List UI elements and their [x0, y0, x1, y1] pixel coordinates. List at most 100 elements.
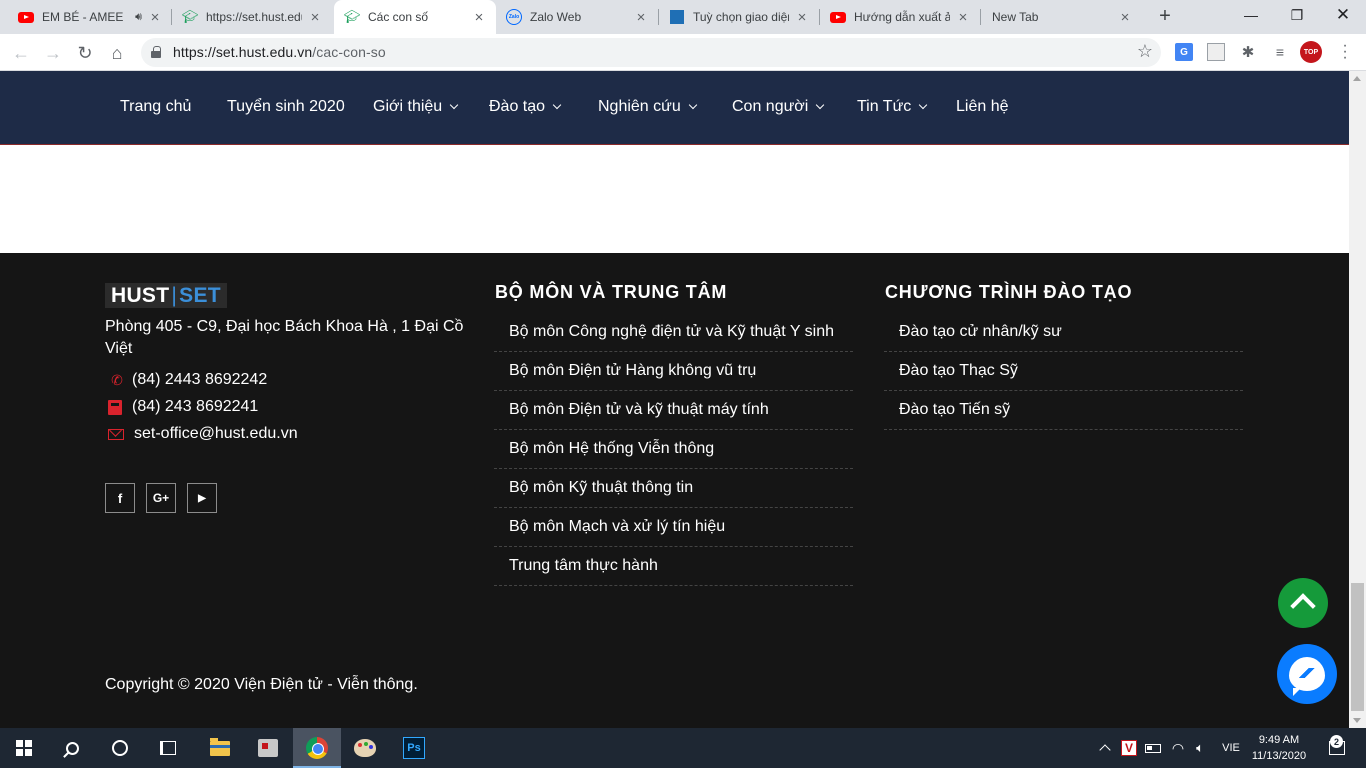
menu-lien-he[interactable]: Liên hệ	[956, 98, 1009, 116]
paint-palette-icon	[354, 739, 376, 757]
taskbar-clock[interactable]: 9:49 AM 11/13/2020	[1243, 732, 1315, 764]
department-link[interactable]: Bộ môn Điện tử và kỹ thuật máy tính	[494, 391, 853, 430]
folder-icon	[210, 737, 230, 756]
lock-icon[interactable]	[151, 46, 161, 58]
language-indicator[interactable]: VIE	[1216, 728, 1246, 768]
menu-tuyen-sinh[interactable]: Tuyển sinh 2020	[227, 98, 345, 116]
tab-set-hust[interactable]: 🎓︎ https://set.hust.edu ×	[172, 0, 332, 34]
home-button[interactable]: ⌂	[104, 40, 130, 66]
back-button[interactable]: ←	[8, 40, 34, 66]
close-icon[interactable]: ×	[795, 9, 809, 26]
fax-icon	[108, 399, 122, 415]
show-hidden-icons-button[interactable]	[1096, 728, 1114, 768]
messenger-icon	[1289, 657, 1325, 696]
maximize-button[interactable]: ❐	[1274, 0, 1320, 30]
menu-nghien-cuu[interactable]: Nghiên cứu	[598, 98, 698, 116]
url-text[interactable]: https://set.hust.edu.vn/cac-con-so	[173, 44, 386, 60]
tab-youtube-em-be[interactable]: EM BÉ - AMEE 🔊︎ ×	[8, 0, 172, 34]
department-link[interactable]: Trung tâm thực hành	[494, 547, 853, 586]
hust-set-logo[interactable]: HUST | SET	[105, 283, 227, 308]
tab-zalo-web[interactable]: Zalo Zalo Web ×	[496, 0, 658, 34]
department-link[interactable]: Bộ môn Công nghệ điện tử và Kỹ thuật Y s…	[494, 313, 853, 352]
close-icon[interactable]: ×	[956, 9, 970, 26]
close-icon[interactable]: ×	[1118, 9, 1132, 26]
chevron-down-icon	[816, 100, 825, 110]
extension-icon[interactable]	[1207, 43, 1225, 61]
browser-menu-icon[interactable]: · · ·	[1342, 38, 1348, 66]
media-control-icon[interactable]: ≡	[1271, 43, 1289, 61]
menu-tin-tuc[interactable]: Tin Tức	[857, 98, 928, 116]
chevron-down-icon	[552, 100, 562, 110]
scroll-down-arrow-icon[interactable]	[1353, 718, 1361, 723]
close-icon[interactable]: ×	[472, 9, 486, 26]
network-button[interactable]: ◠	[1168, 728, 1188, 768]
windows-taskbar: Ps V ◠ 🔈︎ VIE 9:49 AM 11/13/2020 2	[0, 728, 1366, 768]
new-tab-button[interactable]: +	[1154, 6, 1176, 28]
tab-tuy-chon-giao-dien[interactable]: Tuỳ chọn giao diện ×	[659, 0, 819, 34]
tray-app-v[interactable]: V	[1119, 728, 1139, 768]
task-view-button[interactable]	[144, 728, 192, 768]
translate-extension-icon[interactable]: G	[1175, 43, 1193, 61]
close-icon[interactable]: ×	[148, 9, 162, 26]
v-app-icon: V	[1121, 740, 1137, 756]
department-link[interactable]: Bộ môn Điện tử Hàng không vũ trụ	[494, 352, 853, 391]
tab-title: New Tab	[992, 10, 1039, 24]
chevron-down-icon	[688, 100, 698, 110]
departments-list: Bộ môn Công nghệ điện tử và Kỹ thuật Y s…	[494, 313, 853, 586]
paint-taskbar-button[interactable]	[341, 728, 389, 768]
program-link[interactable]: Đào tạo cử nhân/kỹ sư	[884, 313, 1243, 352]
start-button[interactable]	[0, 728, 48, 768]
youtube-icon	[18, 9, 34, 25]
department-link[interactable]: Bộ môn Hệ thống Viễn thông	[494, 430, 853, 469]
page-scrollbar[interactable]	[1349, 71, 1366, 728]
menu-gioi-thieu[interactable]: Giới thiệu	[373, 98, 459, 116]
close-icon[interactable]: ×	[308, 9, 322, 26]
tab-huong-dan[interactable]: Hướng dẫn xuất ả ×	[820, 0, 980, 34]
scrollbar-thumb[interactable]	[1351, 583, 1364, 711]
chrome-taskbar-button[interactable]	[293, 728, 341, 768]
google-plus-icon[interactable]: G+	[146, 483, 176, 513]
taskbar-app-button[interactable]	[244, 728, 292, 768]
extensions-puzzle-icon[interactable]: ✱	[1239, 43, 1257, 61]
footer-email[interactable]: set-office@hust.edu.vn	[108, 425, 298, 443]
minimize-button[interactable]: —	[1228, 0, 1274, 30]
close-window-button[interactable]: ✕	[1320, 0, 1366, 30]
chevron-down-icon	[919, 100, 928, 110]
battery-button[interactable]	[1143, 728, 1163, 768]
top-extension-icon[interactable]: TOP	[1300, 41, 1322, 63]
facebook-icon[interactable]: f	[105, 483, 135, 513]
search-icon	[65, 741, 79, 755]
forward-button[interactable]: →	[40, 40, 66, 66]
reload-button[interactable]: ↻	[72, 40, 98, 66]
department-link[interactable]: Bộ môn Kỹ thuật thông tin	[494, 469, 853, 508]
zalo-icon: Zalo	[506, 9, 522, 25]
photoshop-taskbar-button[interactable]: Ps	[390, 728, 438, 768]
menu-con-nguoi[interactable]: Con người	[732, 98, 825, 116]
bookmark-star-icon[interactable]: ☆	[1137, 41, 1153, 62]
speaker-icon[interactable]: 🔊︎	[135, 11, 142, 24]
youtube-icon[interactable]: ▶	[187, 483, 217, 513]
scroll-to-top-button[interactable]	[1278, 578, 1328, 628]
close-icon[interactable]: ×	[634, 9, 648, 26]
tab-cac-con-so[interactable]: 🎓︎ Các con số ×	[334, 0, 496, 34]
footer-address: Phòng 405 - C9, Đại học Bách Khoa Hà , 1…	[105, 318, 464, 357]
program-link[interactable]: Đào tạo Thạc Sỹ	[884, 352, 1243, 391]
action-center-button[interactable]: 2	[1322, 728, 1352, 768]
search-button[interactable]	[48, 728, 96, 768]
speaker-icon: 🔈︎	[1196, 740, 1204, 755]
tab-title: EM BÉ - AMEE	[42, 10, 124, 24]
volume-button[interactable]: 🔈︎	[1190, 728, 1210, 768]
windows-logo-icon	[16, 740, 32, 756]
file-explorer-button[interactable]	[196, 728, 244, 768]
tab-new-tab[interactable]: New Tab ×	[982, 0, 1142, 34]
menu-trang-chu[interactable]: Trang chủ	[120, 98, 191, 116]
address-bar[interactable]: https://set.hust.edu.vn/cac-con-so ☆	[141, 38, 1161, 67]
chevron-down-icon	[449, 100, 459, 110]
scroll-up-arrow-icon[interactable]	[1353, 76, 1361, 81]
menu-dao-tao[interactable]: Đào tạo	[489, 98, 562, 116]
program-link[interactable]: Đào tạo Tiến sỹ	[884, 391, 1243, 430]
cortana-button[interactable]	[96, 728, 144, 768]
phone-icon: ✆	[111, 371, 123, 388]
department-link[interactable]: Bộ môn Mạch và xử lý tín hiệu	[494, 508, 853, 547]
messenger-chat-button[interactable]	[1277, 644, 1337, 704]
